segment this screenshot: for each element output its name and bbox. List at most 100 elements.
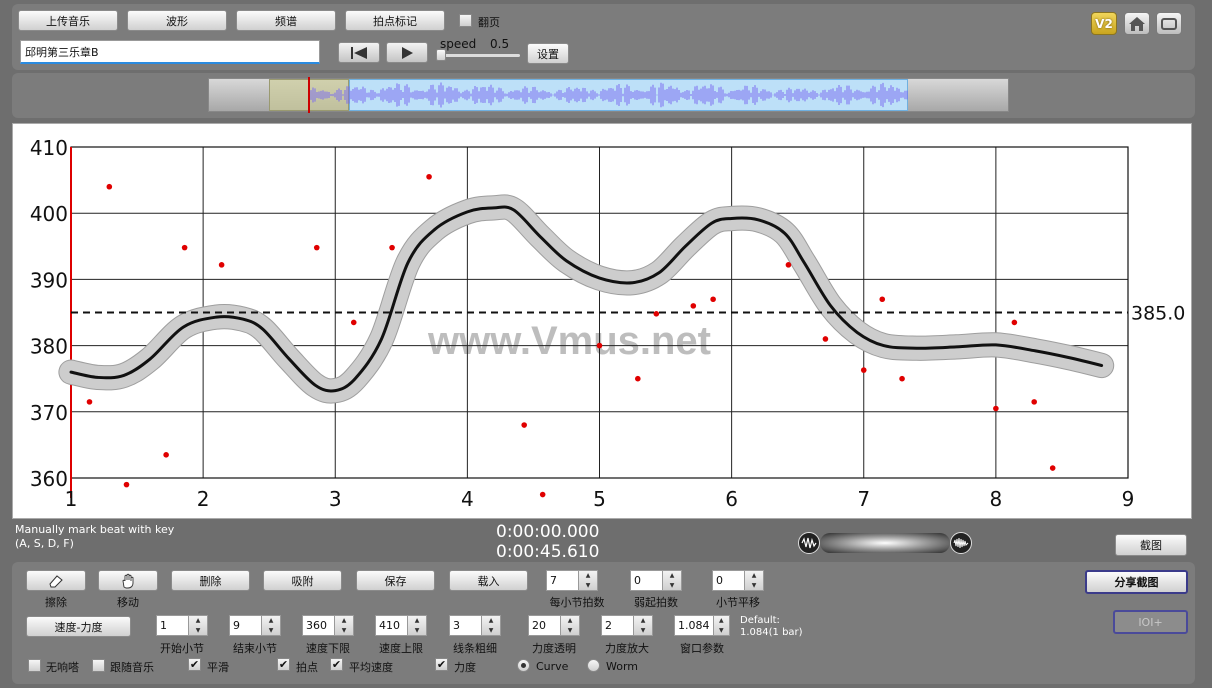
end-bar-value[interactable]: 9	[229, 615, 262, 636]
dyn-opacity-value[interactable]: 20	[528, 615, 561, 636]
window-param-stepper[interactable]: 1.084 ▲ ▼	[674, 615, 730, 636]
window-param-value[interactable]: 1.084	[674, 615, 714, 636]
page-turn-checkbox[interactable]	[459, 14, 472, 27]
waveform-panel	[12, 73, 1195, 118]
tempo-band	[59, 195, 1114, 403]
speed-slider-track[interactable]	[440, 54, 520, 57]
weak-beats-stepper[interactable]: 0 ▲ ▼	[630, 570, 682, 591]
ioi-button[interactable]: IOI+	[1113, 610, 1188, 634]
x-tick-label: 6	[725, 487, 738, 511]
erase-label: 擦除	[45, 596, 67, 609]
follow-music-checkbox[interactable]	[92, 659, 105, 672]
beats-per-bar-value[interactable]: 7	[546, 570, 579, 591]
smooth-checkbox[interactable]: ✔	[188, 658, 201, 671]
beat-point	[785, 262, 792, 268]
curve-radio[interactable]	[517, 659, 530, 672]
move-button[interactable]	[98, 570, 158, 591]
window-button[interactable]	[1156, 12, 1182, 35]
dynamics-checkbox[interactable]: ✔	[435, 658, 448, 671]
page-turn-label: 翻页	[478, 16, 500, 29]
waveform-track[interactable]	[208, 77, 1009, 113]
beat-point	[218, 262, 225, 268]
bar-shift-stepper[interactable]: 0 ▲ ▼	[712, 570, 764, 591]
move-label: 移动	[117, 596, 139, 609]
version-badge[interactable]: V2	[1091, 12, 1117, 35]
end-bar-label: 结束小节	[233, 642, 277, 655]
beat-point	[86, 399, 93, 405]
sound-slider[interactable]	[798, 531, 972, 555]
share-screenshot-button[interactable]: 分享截图	[1085, 570, 1188, 594]
beats-per-bar-stepper[interactable]: 7 ▲ ▼	[546, 570, 598, 591]
song-title-field[interactable]: 邱明第三乐章B	[20, 40, 320, 64]
window-icon	[1161, 17, 1177, 30]
tempo-band-outline	[58, 194, 1115, 404]
beat-point	[653, 311, 660, 317]
load-button[interactable]: 载入	[449, 570, 528, 591]
beat-point	[426, 173, 432, 180]
screenshot-button[interactable]: 截图	[1115, 534, 1187, 556]
dyn-scale-stepper[interactable]: 2 ▲ ▼	[601, 615, 653, 636]
y-tick-label: 390	[30, 268, 68, 292]
beat-points-checkbox[interactable]: ✔	[277, 658, 290, 671]
worm-radio[interactable]	[587, 659, 600, 672]
avg-tempo-label: 平均速度	[349, 661, 393, 674]
settings-button[interactable]: 设置	[527, 43, 569, 64]
y-tick-label: 360	[30, 467, 68, 491]
start-bar-stepper[interactable]: 1 ▲ ▼	[156, 615, 208, 636]
beat-point	[822, 336, 829, 342]
average-tempo-label: 385.0	[1131, 303, 1185, 325]
tempo-dynamics-button[interactable]: 速度-力度	[26, 616, 131, 637]
start-bar-label: 开始小节	[160, 642, 204, 655]
tempo-min-stepper[interactable]: 360 ▲ ▼	[302, 615, 354, 636]
beat-mark-button[interactable]: 拍点标记	[345, 10, 445, 31]
dyn-opacity-stepper[interactable]: 20 ▲ ▼	[528, 615, 580, 636]
playhead-marker[interactable]	[308, 77, 310, 113]
delete-button[interactable]: 删除	[171, 570, 250, 591]
tempo-min-label: 速度下限	[306, 642, 350, 655]
waveform-button[interactable]: 波形	[127, 10, 227, 31]
weak-beats-value[interactable]: 0	[630, 570, 663, 591]
snap-button[interactable]: 吸附	[263, 570, 342, 591]
bar-shift-value[interactable]: 0	[712, 570, 745, 591]
spectrum-button[interactable]: 频谱	[236, 10, 336, 31]
smooth-label: 平滑	[207, 661, 229, 674]
beat-point	[596, 342, 603, 349]
tempo-max-stepper[interactable]: 410 ▲ ▼	[375, 615, 427, 636]
x-tick-label: 5	[593, 487, 606, 511]
y-tick-label: 380	[30, 335, 68, 359]
home-button[interactable]	[1124, 12, 1150, 35]
line-width-stepper[interactable]: 3 ▲ ▼	[449, 615, 501, 636]
avg-tempo-checkbox[interactable]: ✔	[330, 658, 343, 671]
dyn-scale-value[interactable]: 2	[601, 615, 634, 636]
rewind-button[interactable]	[338, 42, 380, 63]
beat-point	[106, 183, 113, 190]
time-current: 0:00:00.000	[496, 522, 600, 542]
home-icon	[1129, 16, 1145, 31]
end-bar-stepper[interactable]: 9 ▲ ▼	[229, 615, 281, 636]
start-bar-value[interactable]: 1	[156, 615, 189, 636]
y-tick-label: 370	[30, 401, 68, 425]
tempo-min-value[interactable]: 360	[302, 615, 335, 636]
play-button[interactable]	[386, 42, 428, 63]
time-total: 0:00:45.610	[496, 542, 600, 562]
no-click-checkbox[interactable]	[28, 659, 41, 672]
upload-music-button[interactable]: 上传音乐	[18, 10, 118, 31]
beat-point	[163, 452, 169, 458]
hint-line2: (A, S, D, F)	[15, 537, 74, 550]
beat-point	[710, 296, 716, 303]
sound-slider-track[interactable]	[820, 533, 950, 553]
beat-point	[181, 244, 188, 251]
top-toolbar-panel: 上传音乐 波形 频谱 拍点标记 翻页 邱明第三乐章B speed 0.5 设置 …	[12, 4, 1195, 70]
save-button[interactable]: 保存	[356, 570, 435, 591]
tempo-max-value[interactable]: 410	[375, 615, 408, 636]
tempo-chart[interactable]: www.Vmus.net1 2 3 4 5 6 7 8 93603703803904004103…	[13, 124, 1191, 518]
speed-slider-handle[interactable]	[436, 49, 446, 61]
erase-button[interactable]	[26, 570, 86, 591]
default-hint-line1: Default:	[740, 615, 780, 626]
beat-point	[879, 296, 886, 303]
waveform-small-icon	[798, 532, 820, 554]
line-width-value[interactable]: 3	[449, 615, 482, 636]
beat-point	[350, 319, 357, 326]
beat-point	[635, 375, 641, 382]
beat-point	[1049, 465, 1056, 471]
